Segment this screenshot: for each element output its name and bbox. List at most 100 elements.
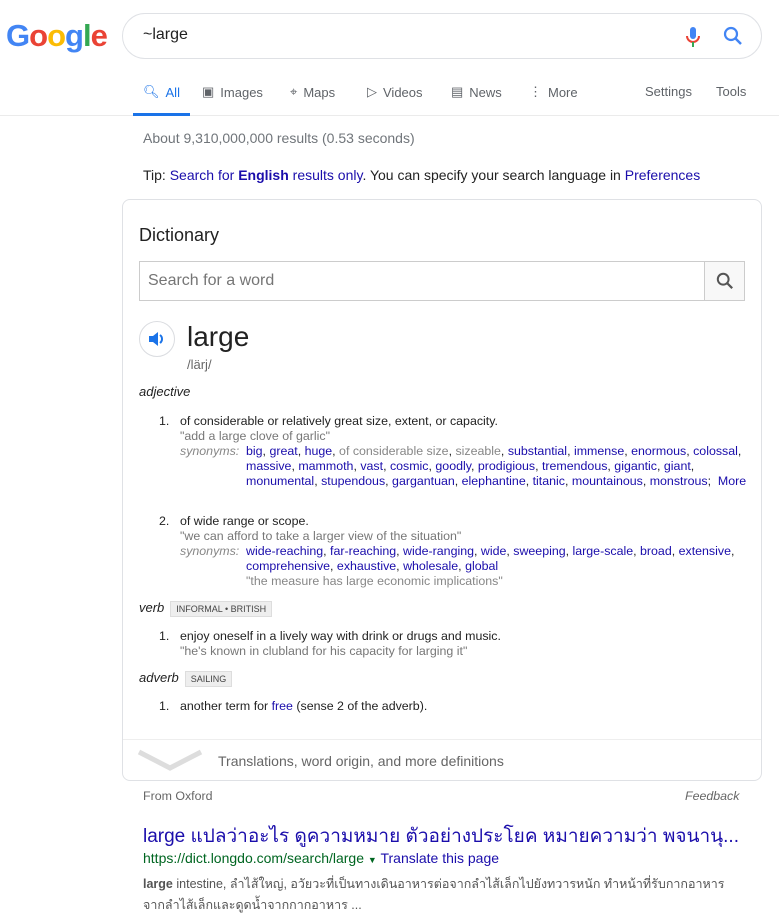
image-icon: ▣: [202, 84, 215, 99]
synonym-link[interactable]: immense: [574, 444, 624, 458]
map-icon: ⌖: [290, 84, 298, 99]
synonyms-row: synonyms: wide-reaching, far-reaching, wi…: [180, 544, 749, 589]
synonym-link[interactable]: wholesale: [403, 559, 458, 573]
pronounce-button[interactable]: [139, 321, 175, 357]
synonyms-label: synonyms:: [180, 444, 240, 458]
word-search-input[interactable]: [148, 272, 688, 290]
definition: (sense 2 of the adverb).: [292, 699, 428, 713]
sense-number: 2.: [159, 514, 170, 528]
search-icon: [716, 272, 733, 289]
sense: 2. of wide range or scope. "we can afford …: [159, 514, 749, 589]
feedback-link[interactable]: Feedback: [685, 789, 739, 803]
synonym-link[interactable]: colossal: [693, 444, 738, 458]
synonym-link[interactable]: exhaustive: [337, 559, 396, 573]
synonym-link[interactable]: tremendous: [542, 459, 607, 473]
translate-link[interactable]: Translate this page: [380, 850, 499, 866]
search-icon[interactable]: [723, 26, 743, 46]
word-search-button[interactable]: [704, 262, 744, 300]
tab-all[interactable]: 🔍︎ All: [133, 84, 190, 116]
synonym-link[interactable]: massive: [246, 459, 291, 473]
example: "we can afford to take a larger view of …: [180, 529, 462, 543]
result-title-link[interactable]: large แปลว่าอะไร ดูความหมาย ตัวอย่างประโ…: [143, 821, 739, 851]
part-of-speech-adjective: adjective: [139, 384, 191, 399]
tab-label: All: [165, 84, 180, 100]
synonym-link[interactable]: gargantuan: [392, 474, 455, 488]
snippet-bold: large: [143, 877, 173, 891]
definition: of wide range or scope.: [180, 514, 309, 528]
dictionary-title: Dictionary: [139, 225, 220, 245]
link-text: results only: [288, 167, 363, 183]
synonym-link[interactable]: vast: [360, 459, 383, 473]
word-search-box: [139, 261, 745, 301]
headword: large: [187, 321, 250, 352]
example: "he's known in clubland for his capacity…: [180, 644, 468, 658]
snippet-text: intestine, ลำไส้ใหญ่, อวัยวะที่เป็นทางเด…: [143, 877, 725, 912]
news-icon: ▤: [451, 84, 464, 99]
search-input[interactable]: [143, 26, 643, 44]
tab-images[interactable]: ▣ Images: [202, 84, 263, 100]
synonym-link[interactable]: global: [465, 559, 498, 573]
synonym-link[interactable]: comprehensive: [246, 559, 330, 573]
synonym-link[interactable]: far-reaching: [330, 544, 396, 558]
settings-link[interactable]: Settings: [645, 84, 692, 99]
chevron-down-icon: [137, 749, 203, 771]
register-badge: INFORMAL • BRITISH: [170, 600, 273, 617]
tip-text: . You can specify your search language i…: [362, 167, 625, 183]
synonym-link[interactable]: elephantine: [462, 474, 526, 488]
tab-news[interactable]: ▤ News: [451, 84, 502, 100]
sense-number: 1.: [159, 699, 170, 713]
part-of-speech-verb: verb INFORMAL • BRITISH: [139, 600, 273, 617]
synonym-link[interactable]: enormous: [631, 444, 686, 458]
speaker-icon: [149, 332, 163, 346]
synonym-link[interactable]: monumental: [246, 474, 314, 488]
tab-label: Videos: [383, 84, 423, 100]
preferences-link[interactable]: Preferences: [625, 167, 700, 183]
pos-label: adverb: [139, 670, 179, 685]
synonym-link[interactable]: wide-ranging: [403, 544, 474, 558]
sense-number: 1.: [159, 629, 170, 643]
tab-maps[interactable]: ⌖ Maps: [290, 84, 335, 100]
sense: 1. enjoy oneself in a lively way with dri…: [159, 629, 749, 659]
synonym-link[interactable]: great: [269, 444, 297, 458]
tools-link[interactable]: Tools: [716, 84, 746, 99]
dots-vertical-icon: ⋮: [529, 84, 542, 99]
synonym-link[interactable]: wide-reaching: [246, 544, 323, 558]
synonym-link[interactable]: gigantic: [614, 459, 657, 473]
synonym-link[interactable]: goodly: [435, 459, 471, 473]
part-of-speech-adverb: adverb SAILING: [139, 670, 233, 687]
synonym-link[interactable]: huge: [305, 444, 333, 458]
synonym-link[interactable]: sweeping: [513, 544, 565, 558]
synonym-link[interactable]: titanic: [533, 474, 565, 488]
synonym-link[interactable]: mountainous: [572, 474, 643, 488]
synonym-link[interactable]: extensive: [679, 544, 731, 558]
synonym-link[interactable]: giant: [664, 459, 691, 473]
free-link[interactable]: free: [272, 699, 293, 713]
synonym-link[interactable]: wide: [481, 544, 506, 558]
microphone-icon[interactable]: [685, 26, 701, 48]
synonym-link[interactable]: mammoth: [298, 459, 353, 473]
synonym-example: "the measure has large economic implicat…: [246, 574, 503, 588]
tab-videos[interactable]: ▷ Videos: [367, 84, 423, 100]
synonym-link[interactable]: prodigious: [478, 459, 535, 473]
synonym-link[interactable]: substantial: [508, 444, 567, 458]
synonym-link[interactable]: big: [246, 444, 263, 458]
more-synonyms-link[interactable]: More: [718, 474, 746, 488]
caret-down-icon[interactable]: ▼: [368, 855, 377, 865]
more-definitions-button[interactable]: Translations, word origin, and more defi…: [123, 739, 761, 781]
more-definitions-label: Translations, word origin, and more defi…: [218, 753, 504, 769]
pos-label: verb: [139, 600, 165, 615]
synonym-link[interactable]: cosmic: [390, 459, 429, 473]
language-tip: Tip: Search for English results only. Yo…: [143, 167, 700, 183]
synonym-link[interactable]: large-scale: [573, 544, 634, 558]
synonym-link[interactable]: stupendous: [321, 474, 385, 488]
sense: 1. another term for free (sense 2 of the …: [159, 699, 749, 714]
tab-more[interactable]: ⋮ More: [529, 84, 578, 100]
english-results-link[interactable]: Search for English results only: [170, 167, 363, 183]
tab-label: More: [548, 84, 578, 100]
sense-number: 1.: [159, 414, 170, 428]
play-icon: ▷: [367, 84, 377, 99]
synonym-link[interactable]: monstrous: [650, 474, 708, 488]
synonym-link[interactable]: broad: [640, 544, 672, 558]
synonyms-label: synonyms:: [180, 544, 240, 558]
google-logo[interactable]: Google: [6, 18, 108, 54]
